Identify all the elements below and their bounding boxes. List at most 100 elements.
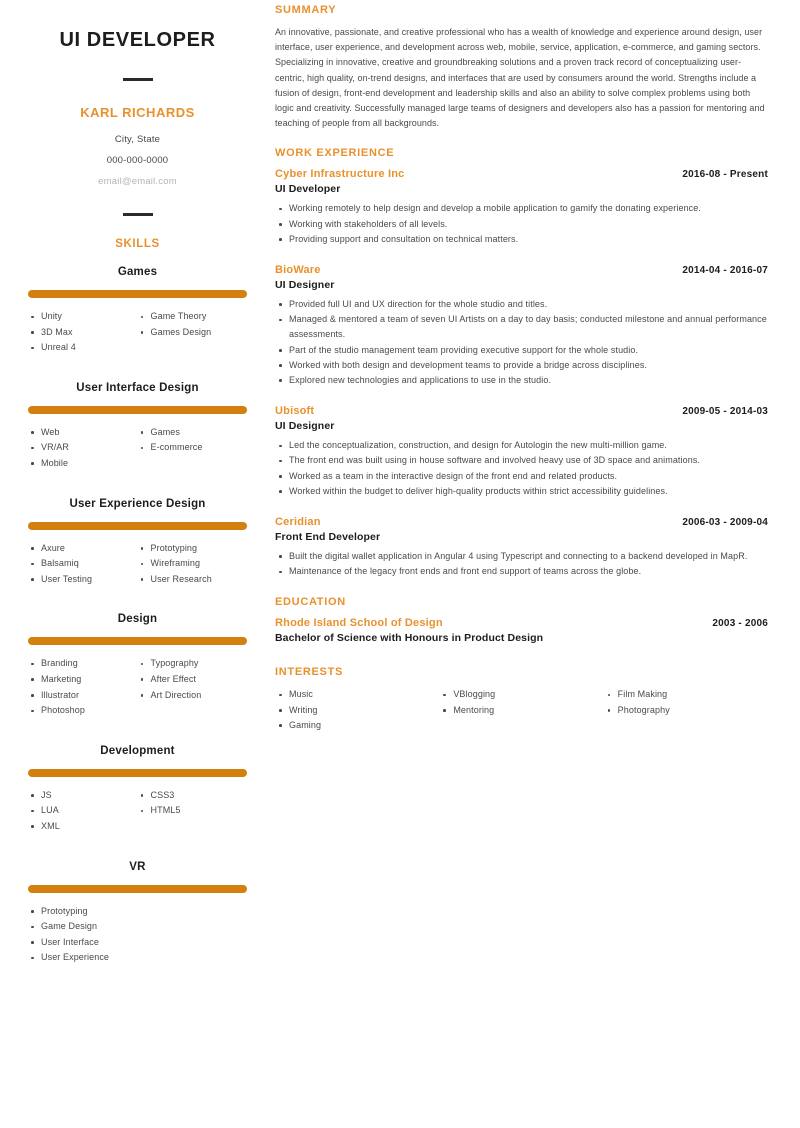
contact-location: City, State [114,134,161,145]
job-organization: BioWare [275,264,321,277]
job-entry: Cyber Infrastructure Inc 2016-08 - Prese… [275,168,768,247]
list-item: Unity [28,309,138,325]
skill-group-user-experience-design: User Experience Design Axure Balsamiq Us… [28,498,247,588]
interests-column-2: VBlogging Mentoring [439,687,603,733]
skills-groups: Games Unity 3D Max Unreal 4 Game Theory [28,266,247,966]
list-item: E-commerce [138,440,248,456]
list-item: Game Theory [138,309,248,325]
list-item: VR/AR [28,440,138,456]
section-summary: SUMMARY An innovative, passionate, and c… [275,4,768,131]
skill-group-label: VR [129,860,146,873]
section-heading-interests: INTERESTS [275,666,344,679]
list-item: Providing support and consultation on te… [275,232,768,247]
skill-list: Unity 3D Max Unreal 4 [28,309,138,356]
list-item: Branding [28,656,138,672]
list-item: Built the digital wallet application in … [275,549,768,564]
skill-group-label: Games [117,266,158,278]
job-entry: BioWare 2014-04 - 2016-07 UI Designer Pr… [275,264,768,388]
education-dates: 2003 - 2006 [712,618,768,630]
skill-group-design: Design Branding Marketing Illustrator Ph… [28,613,247,718]
job-organization: Cyber Infrastructure Inc [275,168,405,181]
list-item: Balsamiq [28,556,138,572]
education-degree: Bachelor of Science with Honours in Prod… [275,632,544,645]
list-item: Provided full UI and UX direction for th… [275,297,768,312]
list-item: Axure [28,541,138,557]
list-item: Illustrator [28,688,138,704]
list-item: CSS3 [138,788,248,804]
list-item: Wireframing [138,556,248,572]
list-item: XML [28,819,138,835]
divider-top [122,78,153,81]
skill-column-right: Games E-commerce [138,425,248,472]
list-item: Marketing [28,672,138,688]
summary-text: An innovative, passionate, and creative … [275,27,765,129]
skill-column-left: Prototyping Game Design User Interface U… [28,904,138,966]
list-item: Managed & mentored a team of seven UI Ar… [275,312,768,342]
interests-list: Music Writing Gaming [275,687,439,733]
skill-bar [28,405,247,414]
list-item: Working remotely to help design and deve… [275,201,768,216]
list-item: VBlogging [439,687,603,702]
list-item: Unreal 4 [28,340,138,356]
list-item: Web [28,425,138,441]
contact-phone: 000-000-0000 [106,155,169,166]
section-interests: INTERESTS Music Writing Gaming VBlogging… [275,666,768,733]
list-item: Mobile [28,456,138,472]
skill-list: Axure Balsamiq User Testing [28,541,138,588]
list-item: Art Direction [138,688,248,704]
skill-column-right [138,904,248,966]
skill-bar [28,521,247,530]
list-item: Maintenance of the legacy front ends and… [275,564,768,579]
interests-list: Film Making Photography [604,687,768,717]
skill-column-left: Axure Balsamiq User Testing [28,541,138,588]
list-item: Part of the studio management team provi… [275,343,768,358]
skill-group-label: Design [117,613,158,626]
job-role: Front End Developer [275,531,381,544]
skill-column-right: Prototyping Wireframing User Research [138,541,248,588]
skill-list: Game Theory Games Design [138,309,248,340]
job-bullets: Led the conceptualization, construction,… [275,438,768,499]
skill-column-right: Typography After Effect Art Direction [138,656,248,718]
divider-bottom [122,213,153,216]
list-item: Worked as a team in the interactive desi… [275,469,768,484]
list-item: Explored new technologies and applicatio… [275,373,768,388]
list-item: Working with stakeholders of all levels. [275,217,768,232]
list-item: Photoshop [28,703,138,719]
skill-list: Prototyping Game Design User Interface U… [28,904,138,966]
job-role: UI Developer [275,183,341,196]
main-content: SUMMARY An innovative, passionate, and c… [275,0,800,749]
skill-list: Prototyping Wireframing User Research [138,541,248,588]
job-role: UI Designer [275,420,335,433]
list-item: Prototyping [28,904,138,920]
skills-heading: SKILLS [115,238,160,250]
skill-bar [28,768,247,777]
list-item: Film Making [604,687,768,702]
job-organization: Ceridian [275,516,321,529]
skill-group-games: Games Unity 3D Max Unreal 4 Game Theory [28,266,247,356]
skill-column-left: Branding Marketing Illustrator Photoshop [28,656,138,718]
skill-group-vr: VR Prototyping Game Design User Interfac… [28,861,247,966]
job-dates: 2014-04 - 2016-07 [682,265,768,277]
job-entry: Ubisoft 2009-05 - 2014-03 UI Designer Le… [275,405,768,499]
list-item: The front end was built using in house s… [275,453,768,468]
skill-list: JS LUA XML [28,788,138,835]
list-item: User Research [138,572,248,588]
job-bullets: Built the digital wallet application in … [275,549,768,579]
list-item: Gaming [275,718,439,733]
section-heading-education: EDUCATION [275,596,346,609]
skill-list: Typography After Effect Art Direction [138,656,248,703]
section-education: EDUCATION Rhode Island School of Design … [275,596,768,644]
page-title: UI DEVELOPER [59,29,216,51]
list-item: User Testing [28,572,138,588]
job-role: UI Designer [275,279,335,292]
interests-column-1: Music Writing Gaming [275,687,439,733]
list-item: User Interface [28,935,138,951]
list-item: Photography [604,703,768,718]
contact-email: email@email.com [98,176,177,187]
resume-page: UI DEVELOPER KARL RICHARDS City, State 0… [0,0,800,1128]
education-school: Rhode Island School of Design [275,617,443,630]
skill-column-right: Game Theory Games Design [138,309,248,356]
list-item: HTML5 [138,803,248,819]
list-item: Typography [138,656,248,672]
section-heading-work-experience: WORK EXPERIENCE [275,147,395,160]
